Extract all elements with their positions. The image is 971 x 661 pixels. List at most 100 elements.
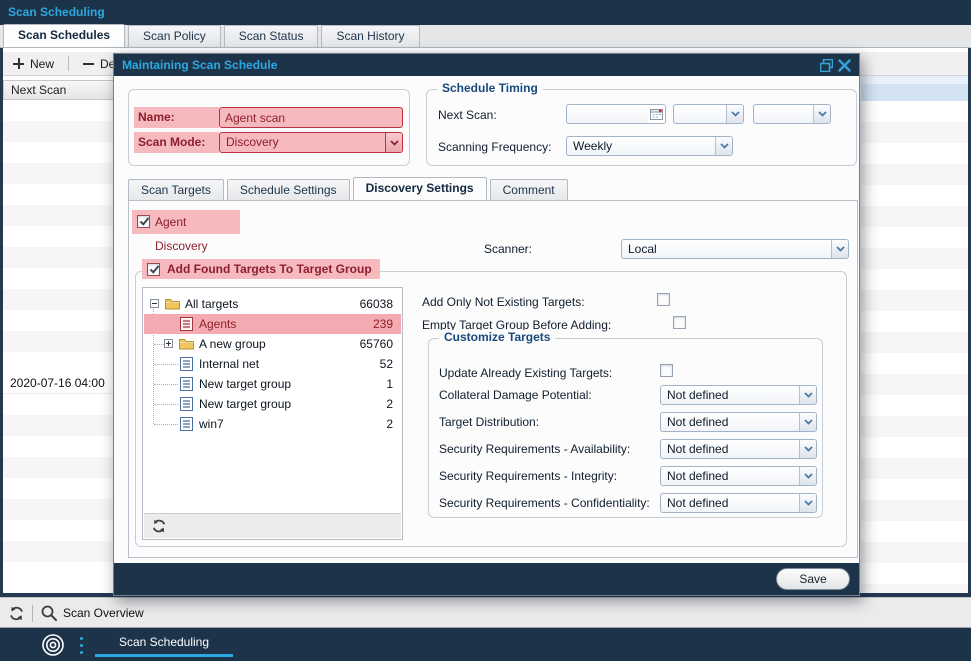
- tab-scan-targets[interactable]: Scan Targets: [128, 179, 224, 200]
- name-label: Name:: [134, 107, 219, 128]
- tab-discovery-settings[interactable]: Discovery Settings: [353, 177, 487, 200]
- target-tree: All targets 66038 Agents 239: [142, 287, 403, 540]
- list-icon: [180, 357, 193, 371]
- list-icon: [180, 317, 193, 331]
- chevron-down-icon: [799, 494, 816, 512]
- scanner-select[interactable]: Local: [621, 239, 849, 259]
- security-confidentiality-label: Security Requirements - Confidentiality:: [439, 496, 650, 510]
- tree-item-new-target-group-2[interactable]: New target group 2: [144, 394, 401, 414]
- minus-icon: [83, 58, 94, 69]
- calendar-icon[interactable]: [648, 105, 665, 123]
- target-group-legend: Add Found Targets To Target Group: [142, 259, 380, 279]
- close-icon[interactable]: [838, 59, 851, 72]
- folder-icon: [165, 297, 180, 310]
- search-icon[interactable]: [40, 604, 58, 622]
- scanner-value: Local: [622, 240, 831, 258]
- scan-mode-select[interactable]: Discovery: [219, 132, 403, 153]
- name-input[interactable]: [219, 107, 403, 128]
- restore-icon[interactable]: [820, 59, 833, 72]
- dialog-tabstrip: Scan Targets Schedule Settings Discovery…: [128, 178, 571, 200]
- scanning-frequency-value: Weekly: [567, 137, 715, 155]
- update-existing-checkbox[interactable]: [660, 364, 673, 377]
- next-scan-date-value: [567, 105, 648, 123]
- chevron-down-icon: [813, 105, 830, 123]
- scanner-label: Scanner:: [452, 242, 532, 256]
- chevron-down-icon: [385, 133, 402, 152]
- taskbar-active-task[interactable]: Scan Scheduling: [95, 628, 233, 655]
- dialog-titlebar: Maintaining Scan Schedule: [114, 54, 859, 76]
- scanning-frequency-label: Scanning Frequency:: [438, 137, 551, 157]
- add-only-checkbox[interactable]: [657, 293, 670, 306]
- plus-icon: [13, 58, 24, 69]
- collateral-damage-label: Collateral Damage Potential:: [439, 388, 592, 402]
- tree-item-a-new-group[interactable]: A new group 65760: [144, 334, 401, 354]
- target-distribution-select[interactable]: Not defined: [660, 412, 817, 432]
- tree-item-new-target-group-1[interactable]: New target group 1: [144, 374, 401, 394]
- folder-icon: [179, 337, 194, 350]
- chevron-down-icon: [726, 105, 743, 123]
- update-existing-label: Update Already Existing Targets:: [439, 366, 612, 380]
- list-icon: [180, 377, 193, 391]
- collapse-icon[interactable]: [150, 299, 159, 308]
- next-scan-date-input[interactable]: [566, 104, 666, 124]
- expand-icon[interactable]: [164, 339, 173, 348]
- chevron-down-icon: [799, 386, 816, 404]
- maintaining-scan-schedule-dialog: Maintaining Scan Schedule Name: Scan Mod…: [113, 53, 860, 596]
- new-button-label: New: [30, 57, 54, 71]
- selected-row-highlight[interactable]: [861, 84, 968, 101]
- security-integrity-select[interactable]: Not defined: [660, 466, 817, 486]
- chevron-down-icon: [799, 440, 816, 458]
- scan-mode-label: Scan Mode:: [134, 132, 219, 153]
- next-scan-minute-select[interactable]: [753, 104, 831, 124]
- list-icon: [180, 397, 193, 411]
- empty-group-checkbox[interactable]: [673, 316, 686, 329]
- scan-mode-value: Discovery: [220, 133, 385, 152]
- active-task-underline: [95, 654, 233, 657]
- customize-targets-title: Customize Targets: [439, 330, 555, 344]
- tab-scan-history[interactable]: Scan History: [321, 25, 419, 47]
- chevron-down-icon: [799, 413, 816, 431]
- window-title: Scan Scheduling: [8, 0, 105, 25]
- table-stripes-right: [861, 101, 968, 593]
- tab-scan-policy[interactable]: Scan Policy: [128, 25, 221, 47]
- bullseye-icon[interactable]: [41, 633, 65, 657]
- refresh-icon[interactable]: [8, 605, 25, 622]
- collateral-damage-select[interactable]: Not defined: [660, 385, 817, 405]
- next-scan-label: Next Scan:: [438, 105, 497, 125]
- taskbar: Scan Scheduling: [0, 628, 971, 661]
- tree-item-all-targets[interactable]: All targets 66038: [144, 294, 401, 314]
- next-scan-hour-value: [674, 105, 726, 123]
- add-found-targets-checkbox[interactable]: [147, 263, 160, 276]
- schedule-timing-title: Schedule Timing: [437, 81, 543, 95]
- tree-item-internal-net[interactable]: Internal net 52: [144, 354, 401, 374]
- tree-item-agents[interactable]: Agents 239: [144, 314, 401, 334]
- tab-schedule-settings[interactable]: Schedule Settings: [227, 179, 350, 200]
- toolbar-divider: [68, 56, 69, 71]
- next-scan-hour-select[interactable]: [673, 104, 744, 124]
- chevron-down-icon: [831, 240, 848, 258]
- new-button[interactable]: New: [3, 52, 64, 76]
- tab-scan-schedules[interactable]: Scan Schedules: [3, 24, 125, 47]
- refresh-icon[interactable]: [151, 518, 167, 534]
- scanning-frequency-select[interactable]: Weekly: [566, 136, 733, 156]
- chevron-down-icon: [715, 137, 732, 155]
- tab-scan-status[interactable]: Scan Status: [224, 25, 319, 47]
- security-availability-select[interactable]: Not defined: [660, 439, 817, 459]
- save-button[interactable]: Save: [776, 568, 850, 590]
- tree-footer: [144, 513, 401, 538]
- tree-item-win7[interactable]: win7 2: [144, 414, 401, 434]
- tab-comment[interactable]: Comment: [490, 179, 568, 200]
- list-icon: [180, 417, 193, 431]
- target-distribution-label: Target Distribution:: [439, 415, 539, 429]
- statusbar-label: Scan Overview: [63, 598, 144, 628]
- security-confidentiality-select[interactable]: Not defined: [660, 493, 817, 513]
- table-header-strip: [861, 76, 968, 84]
- main-tabstrip: Scan Schedules Scan Policy Scan Status S…: [0, 25, 971, 48]
- app-window: Scan Scheduling Scan Schedules Scan Poli…: [0, 0, 971, 661]
- dialog-title: Maintaining Scan Schedule: [122, 54, 277, 76]
- customize-targets-groupbox: Customize Targets Update Already Existin…: [428, 338, 823, 518]
- statusbar-divider: [32, 605, 33, 622]
- agent-discovery-label: Agent Discovery: [155, 210, 240, 258]
- agent-discovery-checkbox[interactable]: [137, 215, 150, 228]
- next-scan-minute-value: [754, 105, 813, 123]
